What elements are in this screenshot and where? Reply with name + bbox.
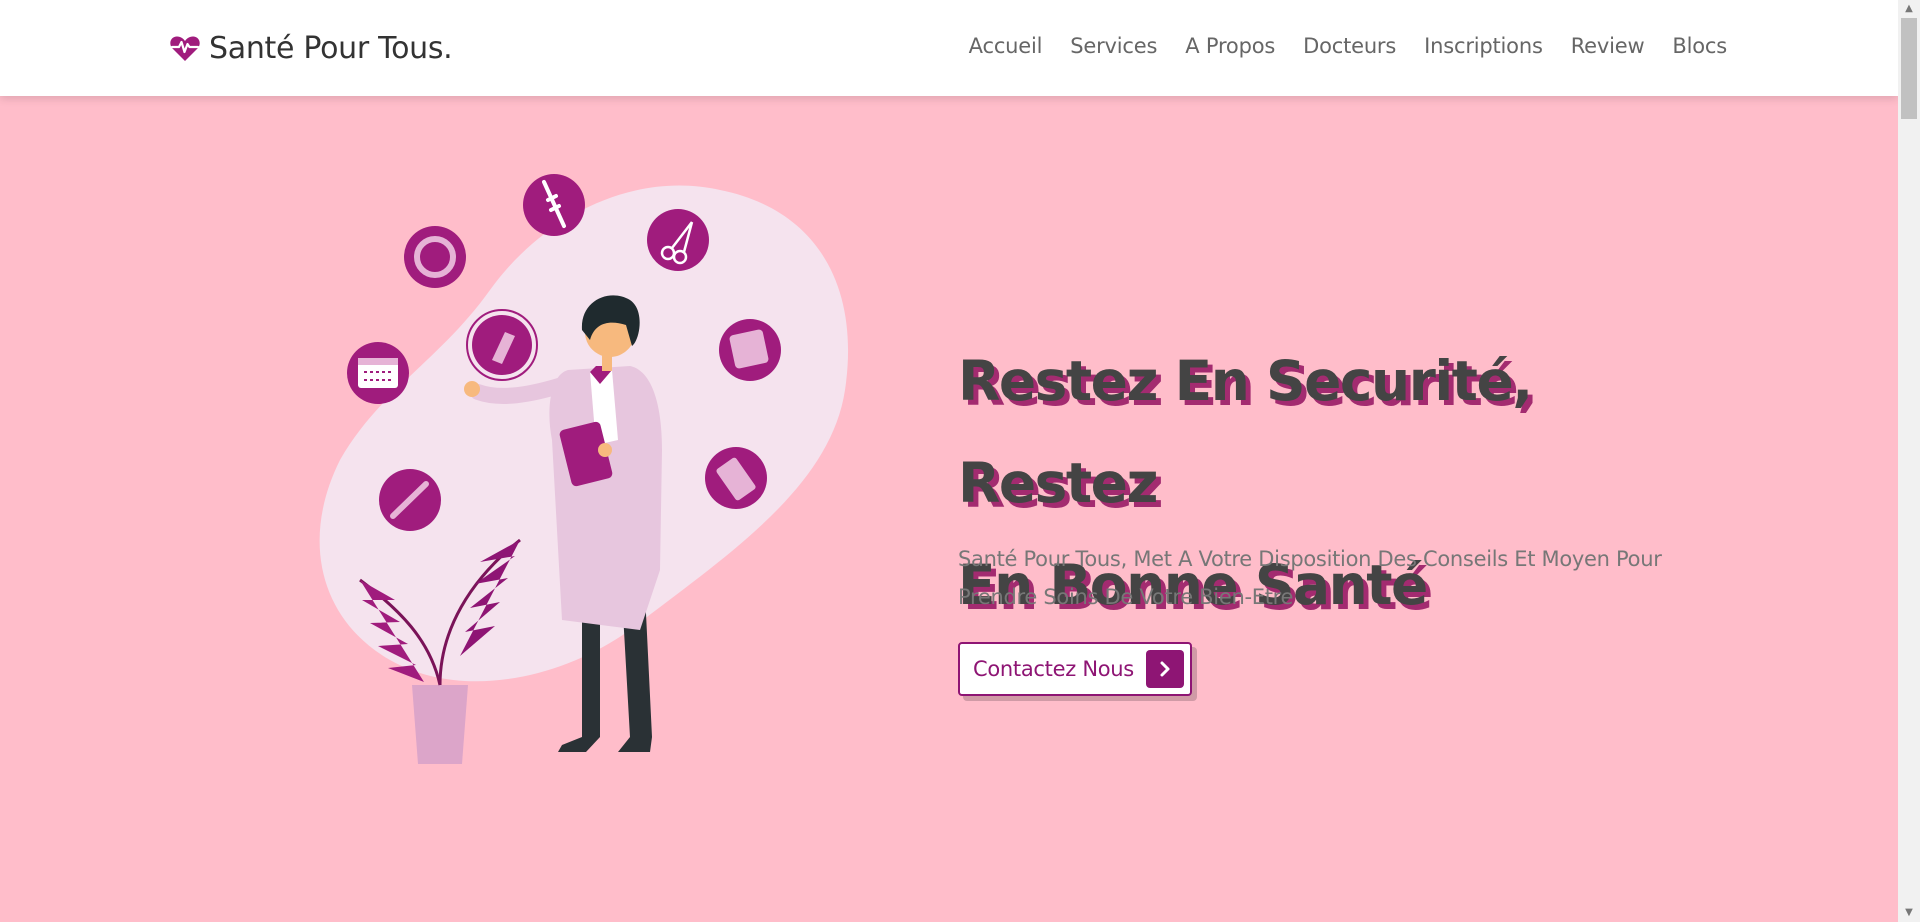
page-scrollbar[interactable]: ▲ ▼ (1898, 0, 1920, 922)
brand-logo[interactable]: Santé Pour Tous. (169, 28, 453, 68)
scissors-icon (647, 209, 709, 271)
scroll-up-icon[interactable]: ▲ (1903, 3, 1915, 15)
contact-us-label: Contactez Nous (973, 657, 1134, 681)
syringe-icon (523, 174, 585, 236)
nav-link-services[interactable]: Services (1070, 34, 1157, 58)
hero-title-line-1: Restez En Securité, Restez (958, 349, 1533, 515)
nav-link-inscriptions[interactable]: Inscriptions (1424, 34, 1543, 58)
nav-link-accueil[interactable]: Accueil (969, 34, 1043, 58)
scroll-down-icon[interactable]: ▼ (1903, 907, 1915, 919)
brand-name: Santé Pour Tous. (209, 30, 453, 66)
nav-link-blocs[interactable]: Blocs (1672, 34, 1727, 58)
pill-icon (719, 319, 781, 381)
bandage-icon (379, 469, 441, 531)
chevron-right-icon (1146, 650, 1184, 688)
hero-description: Santé Pour Tous, Met A Votre Disposition… (958, 547, 1662, 609)
nav-link-docteurs[interactable]: Docteurs (1303, 34, 1396, 58)
site-header: Santé Pour Tous. Accueil Services A Prop… (0, 0, 1898, 96)
ring-icon (404, 226, 466, 288)
heart-pulse-logo-icon (170, 36, 200, 61)
scrollbar-thumb[interactable] (1901, 18, 1917, 119)
calendar-icon (347, 342, 409, 404)
nav-link-a-propos[interactable]: A Propos (1185, 34, 1275, 58)
nav-link-review[interactable]: Review (1571, 34, 1645, 58)
thermometer-icon (466, 309, 538, 381)
contact-us-button[interactable]: Contactez Nous (958, 642, 1192, 696)
doctor-illustration (319, 174, 849, 764)
main-nav: Accueil Services A Propos Docteurs Inscr… (969, 34, 1728, 58)
tablet-pack-icon (705, 447, 767, 509)
